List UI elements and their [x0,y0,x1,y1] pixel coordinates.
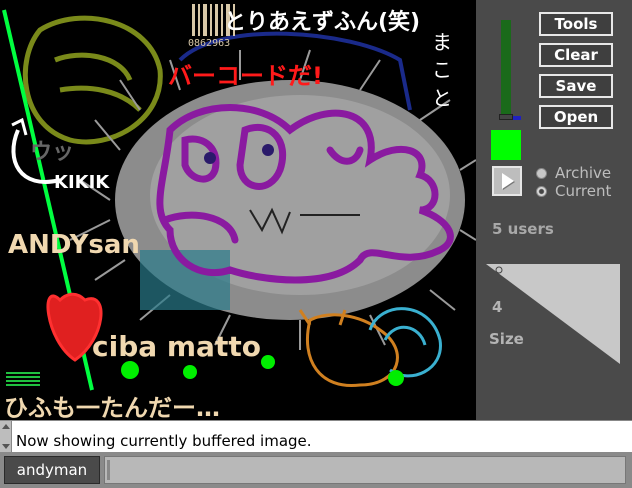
radio-current-label: Current [555,182,612,200]
status-bar: Now showing currently buffered image. [0,420,632,452]
gray-spiky-blob [69,49,476,350]
green-blob [183,365,197,379]
color-swatch[interactable] [491,130,521,160]
canvas-text-side: まこと [432,30,452,110]
status-message: Now showing currently buffered image. [16,432,312,450]
save-button[interactable]: Save [539,74,613,98]
username-button[interactable]: andyman [4,456,100,484]
radio-archive[interactable]: Archive [536,164,611,182]
green-stripes [6,372,40,386]
canvas-text-barcode-red: バーコードだ! [168,62,323,90]
blue-swirl [368,307,442,378]
canvas-text-andy: ANDYsan [8,230,140,260]
creature-eye-left [204,152,216,164]
radio-current-circle[interactable] [536,185,547,197]
chat-input[interactable] [104,456,626,484]
scroll-up-icon[interactable] [2,424,10,429]
canvas-text-top: とりあえずふん(笑) [224,10,421,35]
drawing-canvas[interactable]: とりあえずふん(笑) 0862963 バーコードだ! まこと ウッ KIKIK … [0,0,476,420]
radio-archive-label: Archive [555,164,612,182]
green-blob [121,361,139,379]
chat-bar: andyman [0,452,632,488]
canvas-text-kikik: KIKIK [54,172,110,193]
size-label: Size [489,330,524,348]
play-button[interactable] [492,166,522,196]
radio-current[interactable]: Current [536,182,611,200]
brush-slider-thumb[interactable] [499,114,513,120]
green-blob [261,355,275,369]
brush-slider-indicator [513,116,521,120]
olive-doodle [22,15,163,145]
canvas-text-bottom: ひふも一たんだー… [4,394,220,420]
open-button[interactable]: Open [539,105,613,129]
status-scrollbar[interactable] [0,421,12,452]
brush-size-slider[interactable] [486,264,620,364]
creature-eye-right [262,144,274,156]
user-count: 5 users [492,220,554,238]
tools-button[interactable]: Tools [539,12,613,36]
size-value: 4 [492,298,503,316]
scroll-down-icon[interactable] [2,444,10,449]
radio-archive-circle[interactable] [536,167,547,179]
clear-button[interactable]: Clear [539,43,613,67]
play-icon [502,173,514,189]
canvas-text-barcode-number: 0862963 [188,38,231,49]
brush-slider-track[interactable] [501,20,511,120]
green-blob [388,370,404,386]
canvas-text-wah: ウッ [30,140,75,165]
orange-cat [298,309,399,388]
canvas-text-ciba: ciba matto [92,330,261,363]
tool-panel: Tools Clear Save Open Archive Current 5 … [476,0,632,420]
